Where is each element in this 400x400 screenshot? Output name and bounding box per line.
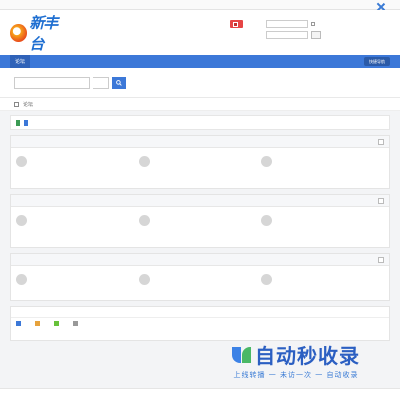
username-input[interactable]	[266, 20, 308, 28]
watermark-logo-icon	[232, 345, 252, 365]
password-row	[249, 31, 330, 39]
section-title-3	[11, 254, 389, 266]
search-icon	[116, 79, 122, 86]
qr-login-button[interactable]	[230, 20, 243, 28]
search-input[interactable]	[14, 76, 90, 89]
forum-icon	[261, 274, 273, 285]
forum-tile[interactable]	[261, 274, 384, 292]
forum-tile[interactable]	[261, 156, 384, 180]
section-title-2	[11, 195, 389, 207]
forum-icon	[138, 215, 150, 226]
forum-tile[interactable]	[16, 274, 139, 292]
legend-item	[16, 321, 23, 326]
moderator-icon	[54, 321, 59, 326]
forum-icon	[261, 156, 273, 167]
forum-section-1	[10, 135, 390, 189]
collapse-toggle[interactable]	[378, 198, 384, 204]
main-nav: 论坛 快捷导航	[0, 55, 400, 68]
login-form	[249, 20, 330, 39]
forum-icon	[16, 274, 27, 285]
forum-section-3	[10, 253, 390, 301]
forum-stats	[10, 115, 390, 130]
forum-tile[interactable]	[261, 215, 384, 239]
breadcrumb-current[interactable]: 论坛	[23, 101, 33, 108]
quick-nav-label: 快捷导航	[369, 58, 385, 64]
home-icon[interactable]	[14, 101, 19, 107]
bookmark-icon[interactable]	[16, 119, 20, 126]
login-block	[230, 20, 330, 39]
forum-icon	[16, 215, 27, 226]
forum-tile[interactable]	[138, 215, 262, 239]
online-legend	[11, 318, 389, 329]
qr-scan-icon	[233, 21, 238, 27]
logo-text: 新丰台	[29, 13, 58, 53]
site-logo[interactable]: 新丰台	[10, 14, 70, 53]
auto-login-checkbox[interactable]	[311, 22, 315, 26]
watermark: 自动秒收录 上线转播 一 未访一次 一 自动收录	[232, 340, 360, 380]
logo-swirl-icon	[10, 23, 28, 42]
login-button[interactable]	[311, 31, 321, 39]
quick-nav-button[interactable]: 快捷导航	[364, 57, 390, 66]
qr-login	[230, 20, 243, 39]
forum-section-2	[10, 194, 390, 248]
legend-item	[35, 321, 42, 326]
nav-item-forum[interactable]: 论坛	[10, 55, 31, 68]
favorite-icon[interactable]	[24, 119, 28, 126]
legend-item	[54, 321, 61, 326]
supermod-icon	[35, 321, 40, 326]
site-header: 新丰台	[0, 10, 400, 55]
search-scope-select[interactable]	[93, 76, 109, 89]
site-footer	[0, 388, 400, 400]
online-note	[11, 329, 389, 340]
watermark-line2: 上线转播 一 未访一次 一 自动收录	[233, 371, 359, 379]
search-area	[0, 68, 400, 98]
forum-tile[interactable]	[16, 156, 139, 180]
username-row	[249, 20, 330, 28]
forum-icon	[261, 215, 273, 226]
watermark-line1: 自动秒收录	[255, 344, 360, 368]
forum-tile[interactable]	[138, 274, 262, 292]
forum-icon	[16, 156, 27, 167]
watermark-title: 自动秒收录	[232, 340, 360, 369]
collapse-toggle[interactable]	[378, 139, 384, 145]
section-title-1	[11, 136, 389, 148]
legend-item	[73, 321, 80, 326]
password-input[interactable]	[266, 31, 308, 39]
collapse-toggle[interactable]	[378, 257, 384, 263]
online-panel	[10, 306, 390, 341]
forum-icon	[138, 274, 150, 285]
search-button[interactable]	[112, 76, 126, 89]
admin-icon	[16, 321, 21, 326]
forum-tile[interactable]	[16, 215, 139, 239]
forum-tile[interactable]	[138, 156, 262, 180]
member-icon	[73, 321, 78, 326]
forum-icon	[138, 156, 150, 167]
breadcrumb: 论坛	[0, 98, 400, 111]
top-bar	[0, 0, 400, 10]
online-head[interactable]	[11, 307, 389, 318]
